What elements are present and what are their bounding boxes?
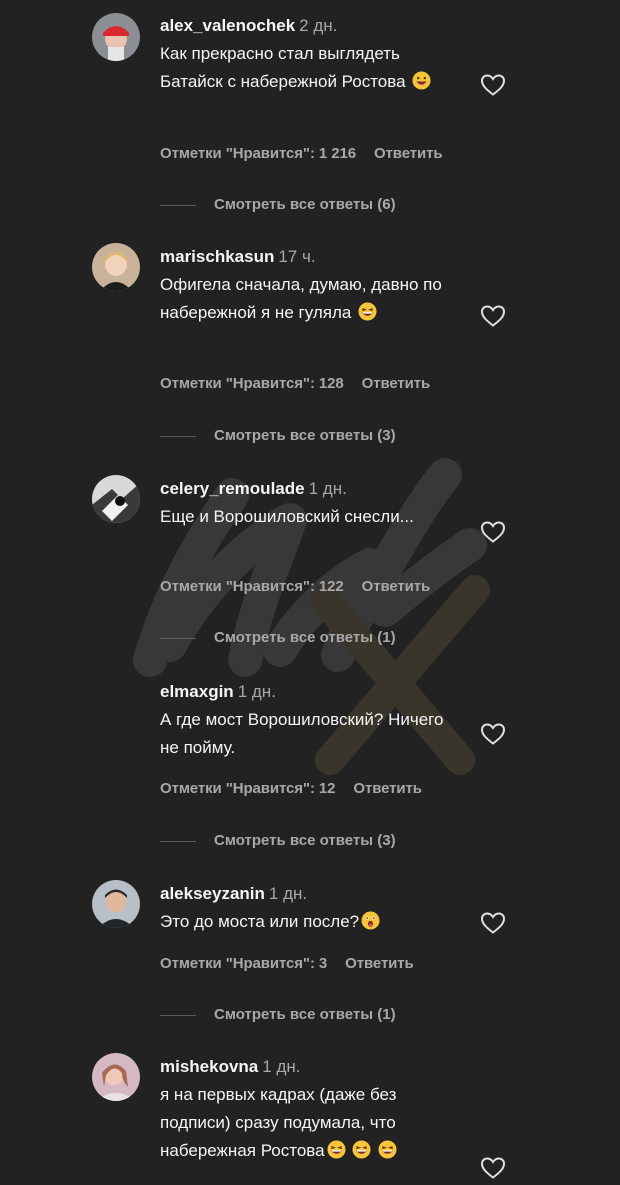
grinning-squinting-face-emoji — [358, 302, 377, 321]
comment-text: Офигела сначала, думаю, давно по набереж… — [160, 275, 442, 322]
view-replies-button[interactable]: Смотреть все ответы (1) — [160, 1006, 396, 1026]
comment-time: 1 дн. — [262, 1057, 301, 1076]
username[interactable]: mishekovna — [160, 1057, 258, 1076]
username[interactable]: marischkasun — [160, 247, 274, 266]
view-replies-button[interactable]: Смотреть все ответы (3) — [160, 427, 396, 447]
like-heart-icon[interactable] — [480, 1156, 506, 1180]
divider-line — [160, 637, 196, 639]
comment-time: 1 дн. — [308, 479, 347, 498]
username[interactable]: alex_valenochek — [160, 16, 295, 35]
grinning-face-emoji — [412, 71, 431, 90]
reply-button[interactable]: Ответить — [353, 780, 422, 797]
view-replies-button[interactable]: Смотреть все ответы (6) — [160, 196, 396, 216]
view-replies-button[interactable]: Смотреть все ответы (1) — [160, 629, 396, 649]
divider-line — [160, 435, 196, 437]
comment-time: 17 ч. — [278, 247, 316, 266]
grinning-squinting-face-emoji — [352, 1140, 371, 1159]
username[interactable]: elmaxgin — [160, 682, 234, 701]
reply-button[interactable]: Ответить — [345, 955, 414, 972]
avatar[interactable] — [92, 13, 140, 61]
divider-line — [160, 1014, 196, 1016]
reply-button[interactable]: Ответить — [374, 145, 443, 162]
username[interactable]: celery_remoulade — [160, 479, 305, 498]
avatar[interactable] — [92, 475, 140, 523]
view-replies-button[interactable]: Смотреть все ответы (3) — [160, 832, 396, 852]
like-count: Отметки "Нравится": 3 — [160, 955, 328, 972]
avatar[interactable] — [92, 880, 140, 928]
like-count: Отметки "Нравится": 128 — [160, 375, 344, 392]
comment-text: Это до моста или после? — [160, 908, 460, 936]
like-count: Отметки "Нравится": 1 216 — [160, 145, 356, 162]
reply-button[interactable]: Ответить — [362, 375, 431, 392]
divider-line — [160, 840, 196, 842]
reply-button[interactable]: Ответить — [362, 578, 431, 595]
like-count: Отметки "Нравится": 12 — [160, 780, 336, 797]
like-heart-icon[interactable] — [480, 520, 506, 544]
username[interactable]: alekseyzanin — [160, 884, 265, 903]
avatar[interactable] — [92, 1053, 140, 1101]
comment-time: 1 дн. — [237, 682, 276, 701]
comment-time: 1 дн. — [268, 884, 308, 903]
like-heart-icon[interactable] — [480, 722, 506, 746]
comment-time: 2 дн. — [299, 16, 338, 35]
grinning-squinting-face-emoji — [327, 1140, 346, 1159]
comment-text: Еще и Ворошиловский снесли... — [160, 507, 414, 526]
like-heart-icon[interactable] — [480, 73, 506, 97]
divider-line — [160, 204, 196, 206]
like-count: Отметки "Нравится": 122 — [160, 578, 344, 595]
comment-text: Как прекрасно стал выглядеть Батайск с н… — [160, 40, 460, 96]
like-heart-icon[interactable] — [480, 911, 506, 935]
grinning-squinting-face-emoji — [378, 1140, 397, 1159]
astonished-face-emoji — [361, 911, 380, 930]
avatar[interactable] — [92, 243, 140, 291]
comment-text: я на первых кадрах (даже без подписи) ср… — [160, 1085, 397, 1160]
like-heart-icon[interactable] — [480, 304, 506, 328]
comment-text: А где мост Ворошиловский? Ничего не пойм… — [160, 710, 444, 757]
